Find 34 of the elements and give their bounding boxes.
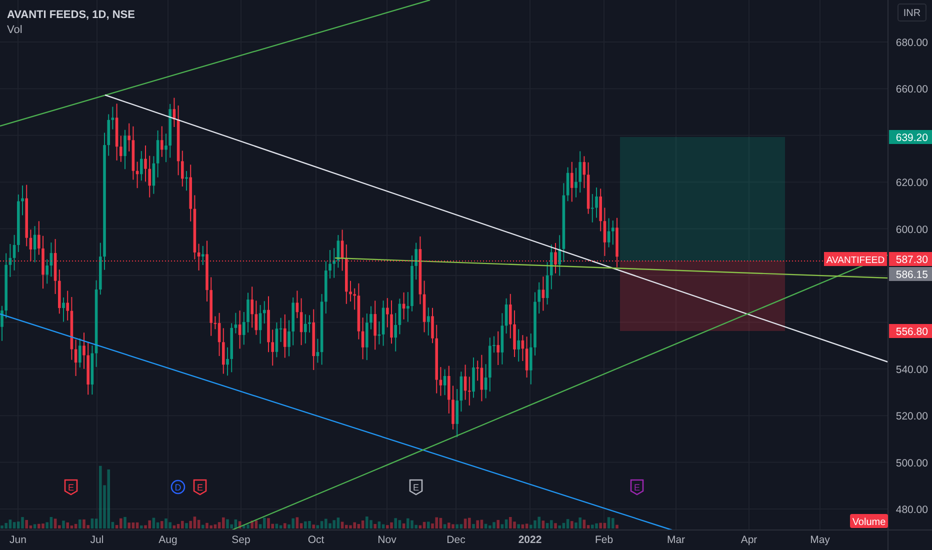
indicator-label: Vol: [7, 24, 22, 36]
target-price-label: 639.20: [889, 130, 932, 144]
currency-button[interactable]: INR: [898, 4, 926, 22]
earnings-marker[interactable]: E: [409, 479, 423, 496]
volume-label: Volume: [850, 514, 888, 528]
earnings-marker[interactable]: E: [64, 479, 78, 496]
time-tick: Jul: [90, 534, 104, 546]
earnings-marker[interactable]: E: [193, 479, 207, 496]
dividend-marker[interactable]: D: [170, 480, 186, 494]
level-price-label: 586.15: [889, 267, 932, 281]
time-tick: Oct: [308, 534, 324, 546]
price-tick: 660.00: [896, 84, 928, 96]
symbol-title: AVANTI FEEDS, 1D, NSE: [7, 9, 135, 21]
time-tick: Aug: [158, 534, 178, 546]
symbol-label: AVANTIFEED: [824, 252, 887, 266]
time-tick: Dec: [446, 534, 466, 546]
last-price-label: 587.30: [889, 252, 932, 266]
time-tick: Feb: [594, 534, 614, 546]
time-tick: Apr: [740, 534, 758, 546]
time-tick: Mar: [666, 534, 686, 546]
price-tick: 500.00: [896, 457, 928, 470]
stop-price-label: 556.80: [889, 324, 932, 338]
price-tick: 600.00: [896, 224, 928, 236]
time-tick: Nov: [378, 534, 396, 546]
price-tick: 540.00: [896, 364, 928, 376]
price-tick: 680.00: [896, 37, 928, 49]
time-tick: 2022: [518, 534, 542, 546]
time-tick: Sep: [232, 534, 250, 546]
time-tick: Jun: [10, 534, 26, 546]
price-tick: 620.00: [896, 177, 928, 190]
earnings-marker[interactable]: E: [630, 479, 644, 496]
price-tick: 480.00: [896, 504, 928, 516]
price-tick: 520.00: [896, 410, 928, 423]
time-tick: May: [810, 534, 830, 546]
